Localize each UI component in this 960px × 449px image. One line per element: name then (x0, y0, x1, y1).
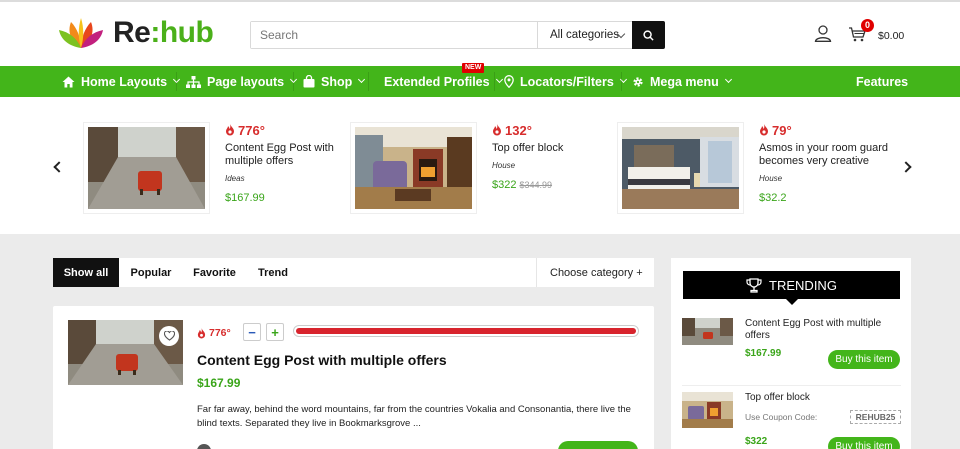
trophy-icon (746, 277, 762, 293)
divider (682, 385, 901, 386)
chevron-down-icon (495, 75, 503, 84)
trending-item-price: $322 (745, 436, 768, 447)
hot-score: 776° (225, 122, 355, 138)
tab-trend[interactable]: Trend (246, 258, 300, 287)
vote-up-button[interactable]: + (266, 323, 284, 341)
wishlist-button[interactable] (159, 326, 179, 346)
flame-icon (760, 124, 768, 136)
trending-item-image[interactable] (682, 392, 733, 428)
slide-title[interactable]: Content Egg Post with multiple offers (225, 142, 355, 168)
cart-count-badge: 0 (861, 19, 874, 32)
post-buy-button[interactable] (558, 441, 638, 449)
slide-category[interactable]: House (759, 174, 889, 183)
slide-category[interactable]: House (492, 161, 622, 170)
old-price: $344.99 (519, 180, 553, 190)
chevron-down-icon (724, 75, 732, 84)
category-select[interactable]: All categories (537, 22, 632, 48)
shopping-bag-icon (303, 75, 315, 88)
slide-category[interactable]: Ideas (225, 174, 355, 183)
slide-image[interactable] (350, 122, 477, 214)
slide-title[interactable]: Asmos in your room guard becomes very cr… (759, 142, 889, 168)
map-marker-icon (504, 75, 514, 88)
nav-divider (368, 72, 369, 91)
hot-score: 79° (759, 122, 889, 138)
slide-title[interactable]: Top offer block (492, 142, 622, 155)
site-header: Re:hub All categories 0 $0.00 (0, 2, 960, 66)
logo-text: Re:hub (113, 16, 214, 49)
trending-heading: TRENDING (683, 271, 900, 299)
coupon-label: Use Coupon Code: (745, 412, 818, 422)
carousel-prev-arrow-icon[interactable] (53, 161, 65, 173)
buy-item-button[interactable]: Buy this item (828, 437, 900, 449)
cart-total[interactable]: $0.00 (878, 30, 904, 42)
nav-divider (176, 72, 177, 91)
slide-image[interactable] (617, 122, 744, 214)
trending-item-price: $167.99 (745, 348, 782, 359)
heart-icon (163, 331, 175, 341)
search-bar: All categories (250, 21, 665, 49)
nav-item-shop[interactable]: Shop (303, 66, 366, 97)
nav-divider (293, 72, 294, 91)
nav-item-locators-filters[interactable]: Locators/Filters (504, 66, 627, 97)
gear-icon (633, 76, 643, 87)
hot-score: 132° (492, 122, 622, 138)
post-title[interactable]: Content Egg Post with multiple offers (197, 352, 447, 368)
tab-show-all[interactable]: Show all (53, 258, 119, 287)
category-select-value: All categories (550, 29, 620, 41)
hotel-room-image (622, 127, 739, 209)
post-description: Far far away, behind the word mountains,… (197, 404, 631, 429)
slide-image[interactable] (83, 122, 210, 214)
trending-item-image[interactable] (682, 318, 733, 345)
nav-divider (494, 72, 495, 91)
new-badge: NEW (462, 63, 485, 73)
street-chair-image (88, 127, 205, 209)
living-room-image (355, 127, 472, 209)
coupon-code[interactable]: REHUB25 (850, 410, 901, 424)
user-account-icon[interactable] (814, 25, 832, 47)
buy-item-button[interactable]: Buy this item (828, 350, 900, 369)
nav-item-home-layouts[interactable]: Home Layouts (62, 66, 181, 97)
vote-down-button[interactable]: − (243, 323, 261, 341)
flame-icon (226, 124, 234, 136)
trending-item-title[interactable]: Top offer block (745, 392, 895, 404)
lotus-logo-icon (59, 18, 103, 48)
chevron-down-icon (358, 75, 366, 84)
nav-item-features[interactable]: Features (856, 66, 908, 97)
home-icon (62, 76, 75, 87)
search-icon (643, 29, 654, 41)
tab-popular[interactable]: Popular (119, 258, 183, 287)
slide-price: $167.99 (225, 192, 265, 204)
hot-meter-bar (293, 325, 639, 337)
nav-divider (621, 72, 622, 91)
heading-pointer (786, 299, 798, 305)
post-card: 776° − + Content Egg Post with multiple … (53, 306, 654, 449)
flame-icon (197, 327, 206, 338)
flame-icon (493, 124, 501, 136)
trending-widget: TRENDING Content Egg Post with multiple … (671, 258, 911, 449)
sitemap-icon (186, 75, 201, 88)
author-avatar[interactable] (197, 444, 211, 449)
choose-category-dropdown[interactable]: Choose category + (536, 258, 654, 287)
trending-item-title[interactable]: Content Egg Post with multiple offers (745, 318, 895, 342)
carousel-next-arrow-icon[interactable] (900, 161, 912, 173)
search-input[interactable] (251, 22, 537, 48)
slide-price: $32.2 (759, 192, 787, 204)
post-hot-score: 776° (197, 325, 231, 341)
tab-favorite[interactable]: Favorite (183, 258, 246, 287)
post-price: $167.99 (197, 376, 241, 390)
featured-carousel: 776° Content Egg Post with multiple offe… (0, 97, 960, 234)
hot-meter-fill (296, 328, 636, 334)
search-button[interactable] (632, 21, 665, 49)
nav-item-mega-menu[interactable]: Mega menu (632, 66, 732, 97)
filter-tabs: Show all Popular Favorite Trend Choose c… (53, 258, 654, 287)
slide-price: $322 $344.99 (492, 179, 553, 191)
site-logo[interactable]: Re:hub (57, 16, 214, 50)
nav-item-page-layouts[interactable]: Page layouts (186, 66, 298, 97)
